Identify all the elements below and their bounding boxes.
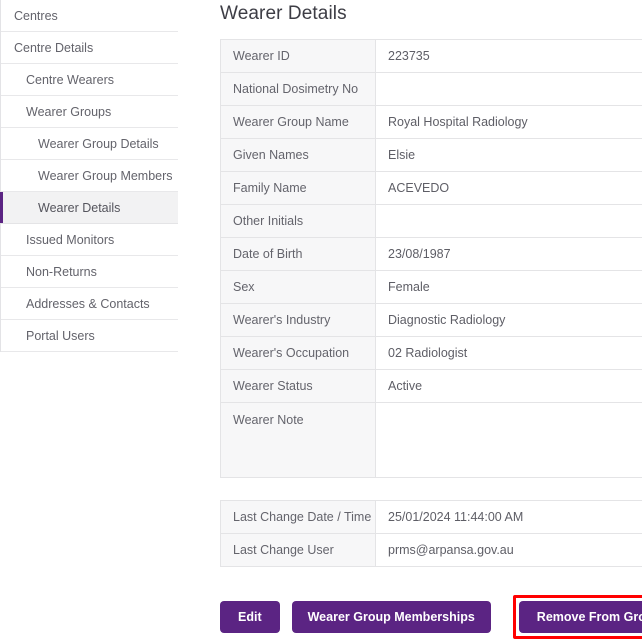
sidebar-item-label: Portal Users xyxy=(1,320,178,352)
row-value: 223735 xyxy=(376,40,642,73)
table-row: Wearer Group NameRoyal Hospital Radiolog… xyxy=(221,106,642,139)
sidebar-item-label: Wearer Groups xyxy=(1,96,178,128)
table-row: Family NameACEVEDO xyxy=(221,172,642,205)
page-title: Wearer Details xyxy=(220,0,642,39)
table-row: Wearer ID223735 xyxy=(221,40,642,73)
sidebar-item-centres[interactable]: Centres xyxy=(1,0,178,32)
row-label: Wearer ID xyxy=(221,40,376,73)
row-label: Wearer Note xyxy=(221,403,376,478)
sidebar-item-centre-wearers[interactable]: Centre Wearers xyxy=(1,64,178,96)
row-label: Family Name xyxy=(221,172,376,205)
row-label: Given Names xyxy=(221,139,376,172)
sidebar-item-label: Centre Details xyxy=(1,32,178,64)
row-value xyxy=(376,403,642,478)
page-root: CentresCentre DetailsCentre WearersWeare… xyxy=(0,0,642,606)
sidebar-item-centre-details[interactable]: Centre Details xyxy=(1,32,178,64)
sidebar-item-label: Non-Returns xyxy=(1,256,178,288)
sidebar-item-wearer-group-details[interactable]: Wearer Group Details xyxy=(1,128,178,160)
sidebar-item-issued-monitors[interactable]: Issued Monitors xyxy=(1,224,178,256)
row-value xyxy=(376,73,642,106)
row-label: Date of Birth xyxy=(221,238,376,271)
sidebar-item-label: Centre Wearers xyxy=(1,64,178,96)
table-row: Given NamesElsie xyxy=(221,139,642,172)
table-row: Wearer's IndustryDiagnostic Radiology xyxy=(221,304,642,337)
table-row: National Dosimetry No xyxy=(221,73,642,106)
wearer-details-table: Wearer ID223735National Dosimetry NoWear… xyxy=(220,39,642,478)
table-row: Wearer StatusActive xyxy=(221,370,642,403)
row-value: Active xyxy=(376,370,642,403)
sidebar-item-label: Wearer Group Members xyxy=(1,160,178,192)
audit-details-table-body: Last Change Date / Time25/01/2024 11:44:… xyxy=(221,501,642,567)
sidebar-item-label: Wearer Group Details xyxy=(1,128,178,160)
row-label: Wearer's Occupation xyxy=(221,337,376,370)
audit-details-table: Last Change Date / Time25/01/2024 11:44:… xyxy=(220,500,642,567)
sidebar-item-label: Addresses & Contacts xyxy=(1,288,178,320)
table-row: Last Change Date / Time25/01/2024 11:44:… xyxy=(221,501,642,534)
table-row: Last Change Userprms@arpansa.gov.au xyxy=(221,534,642,567)
row-label: Wearer Status xyxy=(221,370,376,403)
row-value: Diagnostic Radiology xyxy=(376,304,642,337)
wearer-details-table-body: Wearer ID223735National Dosimetry NoWear… xyxy=(221,40,642,478)
row-label: Wearer's Industry xyxy=(221,304,376,337)
row-label: Other Initials xyxy=(221,205,376,238)
sidebar-item-addresses-contacts[interactable]: Addresses & Contacts xyxy=(1,288,178,320)
table-row: Date of Birth23/08/1987 xyxy=(221,238,642,271)
sidebar-item-wearer-groups[interactable]: Wearer Groups xyxy=(1,96,178,128)
sidebar-item-wearer-group-members[interactable]: Wearer Group Members xyxy=(1,160,178,192)
remove-from-group-highlight-box: Remove From Group xyxy=(513,595,642,639)
row-value: Elsie xyxy=(376,139,642,172)
row-value: prms@arpansa.gov.au xyxy=(376,534,642,567)
sidebar-item-wearer-details[interactable]: Wearer Details xyxy=(1,192,178,224)
row-label: Last Change User xyxy=(221,534,376,567)
sidebar-item-portal-users[interactable]: Portal Users xyxy=(1,320,178,352)
row-value: 02 Radiologist xyxy=(376,337,642,370)
table-row: Wearer's Occupation02 Radiologist xyxy=(221,337,642,370)
table-separator-gap xyxy=(220,478,642,500)
row-value: Royal Hospital Radiology xyxy=(376,106,642,139)
row-value: ACEVEDO xyxy=(376,172,642,205)
row-label: National Dosimetry No xyxy=(221,73,376,106)
sidebar-item-label: Wearer Details xyxy=(1,192,178,224)
sidebar-navigation: CentresCentre DetailsCentre WearersWeare… xyxy=(0,0,178,352)
sidebar-item-non-returns[interactable]: Non-Returns xyxy=(1,256,178,288)
action-button-bar: Edit Wearer Group Memberships Remove Fro… xyxy=(220,567,642,639)
row-label: Sex xyxy=(221,271,376,304)
row-value: 23/08/1987 xyxy=(376,238,642,271)
row-label: Last Change Date / Time xyxy=(221,501,376,534)
main-content: Wearer Details Wearer ID223735National D… xyxy=(178,0,642,639)
table-row: Other Initials xyxy=(221,205,642,238)
sidebar-item-label: Centres xyxy=(1,0,178,32)
row-label: Wearer Group Name xyxy=(221,106,376,139)
row-value xyxy=(376,205,642,238)
table-row: Wearer Note xyxy=(221,403,642,478)
table-row: SexFemale xyxy=(221,271,642,304)
sidebar-item-label: Issued Monitors xyxy=(1,224,178,256)
row-value: Female xyxy=(376,271,642,304)
row-value: 25/01/2024 11:44:00 AM xyxy=(376,501,642,534)
